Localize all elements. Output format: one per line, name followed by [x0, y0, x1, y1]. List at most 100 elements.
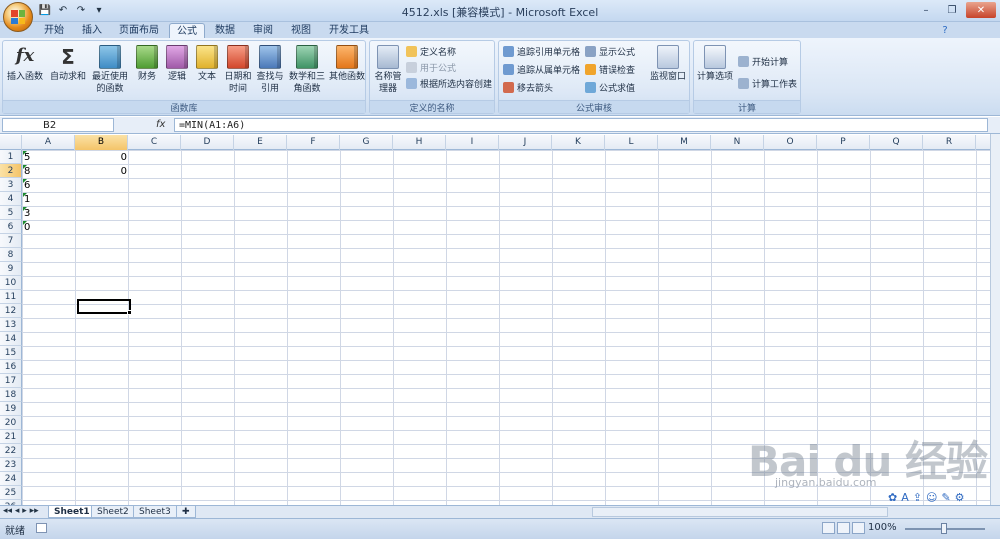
cell-A1[interactable]: 5	[24, 151, 74, 165]
more-functions-button[interactable]: 其他函数	[329, 45, 365, 83]
tab-data[interactable]: 数据	[208, 23, 242, 38]
sheet-nav-icon[interactable]: ◂◂ ◂ ▸ ▸▸	[3, 506, 39, 516]
row-header-2[interactable]: 2	[0, 164, 22, 178]
row-header-3[interactable]: 3	[0, 178, 22, 192]
column-header-K[interactable]: K	[552, 135, 605, 150]
lookup-button[interactable]: 查找与引用	[255, 45, 285, 95]
autosum-button[interactable]: Σ 自动求和	[49, 45, 87, 83]
tab-developer[interactable]: 开发工具	[322, 23, 376, 38]
trace-dependents-button[interactable]: 追踪从属单元格	[503, 63, 580, 76]
smile-icon[interactable]: ☺	[926, 491, 937, 504]
row-header-23[interactable]: 23	[0, 458, 22, 472]
calc-sheet-button[interactable]: 计算工作表	[738, 77, 797, 90]
row-header-11[interactable]: 11	[0, 290, 22, 304]
pen-icon[interactable]: ✎	[941, 491, 950, 504]
macro-record-icon[interactable]	[36, 523, 47, 533]
vertical-scrollbar[interactable]	[990, 134, 1000, 506]
tab-page-layout[interactable]: 页面布局	[112, 23, 166, 38]
column-header-H[interactable]: H	[393, 135, 446, 150]
column-header-B[interactable]: B	[75, 135, 128, 150]
cell-B2[interactable]: 0	[77, 165, 127, 179]
zoom-level[interactable]: 100%	[868, 522, 897, 533]
column-header-I[interactable]: I	[446, 135, 499, 150]
row-header-4[interactable]: 4	[0, 192, 22, 206]
row-header-19[interactable]: 19	[0, 402, 22, 416]
datetime-button[interactable]: 日期和时间	[223, 45, 253, 95]
show-formulas-button[interactable]: 显示公式	[585, 45, 635, 58]
column-header-E[interactable]: E	[234, 135, 287, 150]
calc-now-button[interactable]: 开始计算	[738, 55, 788, 68]
row-header-20[interactable]: 20	[0, 416, 22, 430]
column-header-D[interactable]: D	[181, 135, 234, 150]
cell-A2[interactable]: 8	[24, 165, 74, 179]
column-header-O[interactable]: O	[764, 135, 817, 150]
watch-window-button[interactable]: 监视窗口	[649, 45, 687, 83]
row-header-16[interactable]: 16	[0, 360, 22, 374]
row-header-5[interactable]: 5	[0, 206, 22, 220]
column-header-R[interactable]: R	[923, 135, 976, 150]
row-header-24[interactable]: 24	[0, 472, 22, 486]
tab-view[interactable]: 视图	[284, 23, 318, 38]
paw-icon[interactable]: ✿	[888, 491, 897, 504]
new-sheet-icon[interactable]: ✚	[176, 506, 196, 518]
row-header-1[interactable]: 1	[0, 150, 22, 164]
column-header-Q[interactable]: Q	[870, 135, 923, 150]
settings-icon[interactable]: ⚙	[955, 491, 965, 504]
calc-options-button[interactable]: 计算选项	[696, 45, 734, 83]
normal-view-icon[interactable]	[822, 522, 835, 534]
row-header-15[interactable]: 15	[0, 346, 22, 360]
row-header-12[interactable]: 12	[0, 304, 22, 318]
row-header-14[interactable]: 14	[0, 332, 22, 346]
row-header-18[interactable]: 18	[0, 388, 22, 402]
row-header-17[interactable]: 17	[0, 374, 22, 388]
column-header-M[interactable]: M	[658, 135, 711, 150]
horizontal-scrollbar[interactable]	[592, 507, 888, 517]
create-from-selection-button[interactable]: 根据所选内容创建	[406, 77, 492, 90]
page-break-view-icon[interactable]	[852, 522, 865, 534]
sheet-tab-1[interactable]: Sheet1	[48, 506, 96, 518]
column-header-F[interactable]: F	[287, 135, 340, 150]
name-manager-button[interactable]: 名称管理器	[372, 45, 404, 95]
tab-formulas[interactable]: 公式	[169, 23, 205, 38]
financial-button[interactable]: 财务	[133, 45, 161, 83]
font-icon[interactable]: A	[901, 491, 909, 504]
page-layout-view-icon[interactable]	[837, 522, 850, 534]
row-header-6[interactable]: 6	[0, 220, 22, 234]
column-header-C[interactable]: C	[128, 135, 181, 150]
fill-handle[interactable]	[127, 310, 132, 315]
tab-insert[interactable]: 插入	[74, 23, 110, 38]
text-button[interactable]: 文本	[193, 45, 221, 83]
name-box[interactable]: B2	[2, 118, 114, 132]
column-header-P[interactable]: P	[817, 135, 870, 150]
error-checking-button[interactable]: 错误检查	[585, 63, 635, 76]
insert-function-button[interactable]: fx 插入函数	[5, 45, 45, 83]
math-trig-button[interactable]: 数学和三角函数	[287, 45, 327, 95]
define-name-button[interactable]: 定义名称	[406, 45, 456, 58]
logical-button[interactable]: 逻辑	[163, 45, 191, 83]
close-button[interactable]: ✕	[966, 2, 996, 18]
column-header-G[interactable]: G	[340, 135, 393, 150]
row-header-9[interactable]: 9	[0, 262, 22, 276]
formula-input[interactable]: =MIN(A1:A6)	[174, 118, 988, 132]
tab-review[interactable]: 审阅	[246, 23, 280, 38]
column-header-L[interactable]: L	[605, 135, 658, 150]
column-header-J[interactable]: J	[499, 135, 552, 150]
evaluate-formula-button[interactable]: 公式求值	[585, 81, 635, 94]
remove-arrows-button[interactable]: 移去箭头	[503, 81, 553, 94]
use-in-formula-button[interactable]: 用于公式	[406, 61, 456, 74]
restore-button[interactable]: ❐	[940, 2, 964, 18]
cell-B1[interactable]: 0	[77, 151, 127, 165]
sheet-tab-3[interactable]: Sheet3	[133, 506, 177, 518]
row-header-25[interactable]: 25	[0, 486, 22, 500]
cell-A4[interactable]: 1	[24, 193, 74, 207]
cell-A6[interactable]: 0	[24, 221, 74, 235]
share-icon[interactable]: ⇪	[913, 491, 922, 504]
row-header-21[interactable]: 21	[0, 430, 22, 444]
row-header-8[interactable]: 8	[0, 248, 22, 262]
row-header-10[interactable]: 10	[0, 276, 22, 290]
tab-home[interactable]: 开始	[36, 23, 72, 38]
column-header-N[interactable]: N	[711, 135, 764, 150]
cell-A3[interactable]: 6	[24, 179, 74, 193]
sheet-tab-2[interactable]: Sheet2	[91, 506, 135, 518]
insert-function-fx[interactable]: fx	[156, 119, 165, 130]
